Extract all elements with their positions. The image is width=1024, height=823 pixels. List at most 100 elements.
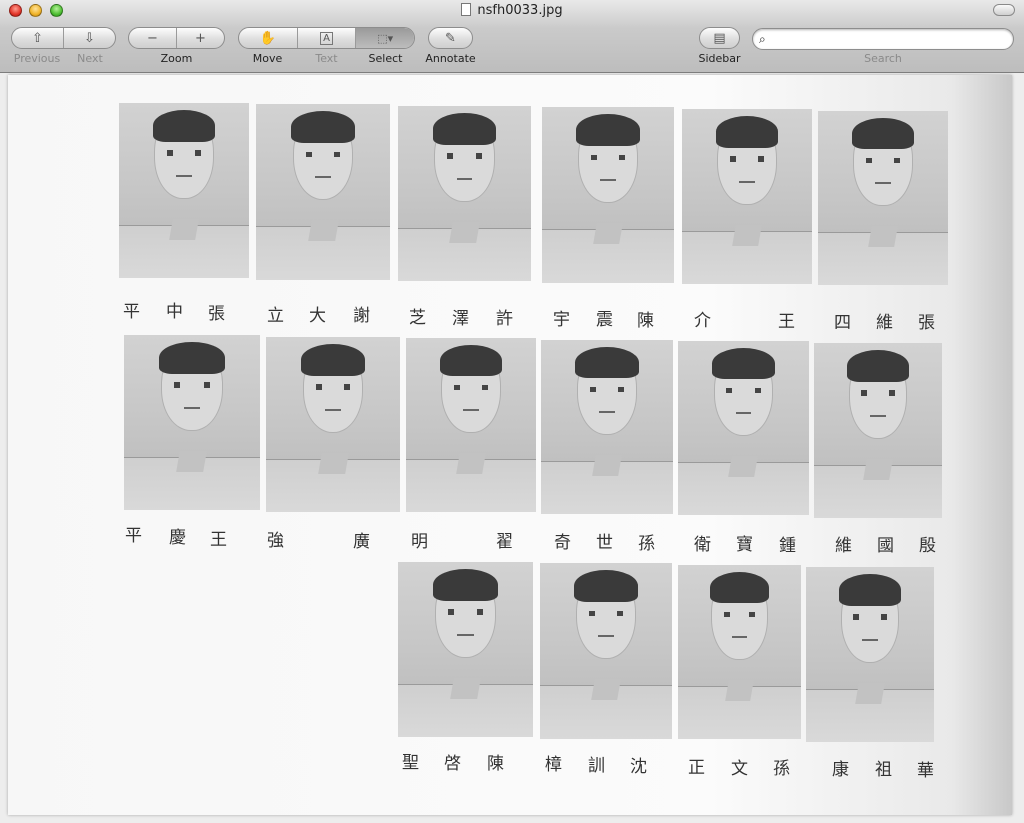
name-char: 廣 (353, 532, 370, 552)
zoom-out-button[interactable]: − (129, 28, 176, 48)
name-char: 沈 (630, 757, 647, 777)
name-char: 維 (835, 536, 852, 556)
text-label: Text (315, 52, 338, 65)
name-char: 奇 (554, 533, 571, 553)
portrait-photo (398, 106, 531, 281)
move-label: Move (252, 52, 283, 65)
portrait-photo (124, 335, 260, 510)
name-char: 文 (731, 759, 748, 779)
name-char: 王 (778, 312, 795, 332)
name-char: 中 (166, 302, 183, 322)
name-char: 陳 (637, 311, 654, 331)
portrait-photo (398, 562, 533, 737)
portrait-photo (541, 340, 673, 514)
move-tool-button[interactable]: ✋ (239, 28, 297, 48)
scanned-page: 平 中 張 立 大 謝 芝 澤 許 宇 震 陳 介 王 四 維 張 平 慶 王 … (8, 75, 1012, 815)
name-char: 聖 (402, 753, 419, 773)
name-char: 國 (877, 536, 894, 556)
portrait-photo (678, 565, 801, 739)
portrait-photo (540, 563, 672, 739)
toolbar-toggle-button[interactable] (993, 4, 1015, 16)
zoom-label: Zoom (160, 52, 193, 65)
name-char: 祖 (875, 760, 892, 780)
annotate-button[interactable]: ✎ (429, 28, 472, 48)
name-char: 強 (267, 531, 284, 551)
portrait-photo (266, 337, 400, 512)
name-char: 震 (596, 310, 613, 330)
search-input[interactable] (775, 31, 1009, 49)
name-char: 平 (123, 302, 140, 322)
portrait-photo (678, 341, 809, 515)
tool-segment: ✋ A ⬚▾ (238, 27, 415, 49)
plus-icon: + (195, 30, 206, 46)
name-char: 許 (496, 309, 513, 329)
title-bar: nsfh0033.jpg ⇧ ⇩ Previous Next − + Zoom … (0, 0, 1024, 73)
sidebar-button[interactable]: ▤ (700, 28, 739, 48)
portrait-photo (119, 103, 249, 278)
previous-button[interactable]: ⇧ (12, 28, 63, 48)
name-char: 樟 (545, 755, 562, 775)
portrait-photo (814, 343, 942, 518)
name-char: 介 (694, 311, 711, 331)
portrait-photo (682, 109, 812, 284)
portrait-photo (542, 107, 674, 283)
name-char: 四 (834, 313, 851, 333)
search-label: Search (864, 52, 902, 65)
name-char: 康 (832, 760, 849, 780)
preview-window: nsfh0033.jpg ⇧ ⇩ Previous Next − + Zoom … (0, 0, 1024, 823)
name-char: 殷 (919, 536, 936, 556)
search-field[interactable]: ⌕ (752, 28, 1014, 50)
annotate-segment: ✎ (428, 27, 473, 49)
name-char: 正 (688, 758, 705, 778)
next-button[interactable]: ⇩ (63, 28, 115, 48)
name-char: 平 (125, 526, 142, 546)
zoom-in-button[interactable]: + (176, 28, 224, 48)
text-tool-button[interactable]: A (296, 28, 356, 48)
name-char: 孫 (638, 534, 655, 554)
name-char: 衛 (694, 535, 711, 555)
sidebar-segment: ▤ (699, 27, 740, 49)
name-char: 訓 (588, 756, 605, 776)
name-char: 華 (917, 761, 934, 781)
window-title: nsfh0033.jpg (0, 2, 1024, 20)
hand-icon: ✋ (259, 30, 276, 46)
name-char: 謝 (353, 306, 370, 326)
name-char: 大 (309, 306, 326, 326)
name-char: 張 (208, 304, 225, 324)
select-label: Select (368, 52, 403, 65)
next-label: Next (77, 52, 103, 65)
name-char: 張 (918, 313, 935, 333)
minus-icon: − (147, 30, 158, 46)
document-view[interactable]: 平 中 張 立 大 謝 芝 澤 許 宇 震 陳 介 王 四 維 張 平 慶 王 … (0, 73, 1024, 823)
name-char: 翟 (496, 532, 513, 552)
sidebar-label: Sidebar (698, 52, 741, 65)
document-icon (461, 3, 472, 16)
name-char: 澤 (452, 309, 469, 329)
name-char: 啓 (444, 754, 461, 774)
name-char: 明 (411, 532, 428, 552)
name-char: 寶 (736, 535, 753, 555)
annotate-label: Annotate (425, 52, 476, 65)
select-tool-button[interactable]: ⬚▾ (355, 28, 414, 48)
portrait-photo (406, 338, 536, 512)
name-char: 宇 (553, 310, 570, 330)
name-char: 芝 (409, 308, 426, 328)
name-char: 立 (267, 306, 284, 326)
portrait-photo (818, 111, 948, 285)
name-char: 王 (210, 530, 227, 550)
down-arrow-icon: ⇩ (84, 30, 95, 46)
name-char: 鍾 (779, 536, 796, 556)
portrait-photo (256, 104, 390, 280)
pencil-icon: ✎ (445, 30, 456, 46)
portrait-photo (806, 567, 934, 742)
window-title-text: nsfh0033.jpg (477, 3, 563, 18)
search-icon: ⌕ (759, 32, 766, 46)
sidebar-icon: ▤ (713, 30, 726, 46)
zoom-segment: − + (128, 27, 225, 49)
text-select-icon: A (320, 31, 333, 45)
previous-label: Previous (13, 52, 61, 65)
name-char: 慶 (169, 528, 186, 548)
name-char: 維 (876, 313, 893, 333)
rect-select-icon: ⬚▾ (377, 31, 394, 45)
up-arrow-icon: ⇧ (32, 30, 43, 46)
